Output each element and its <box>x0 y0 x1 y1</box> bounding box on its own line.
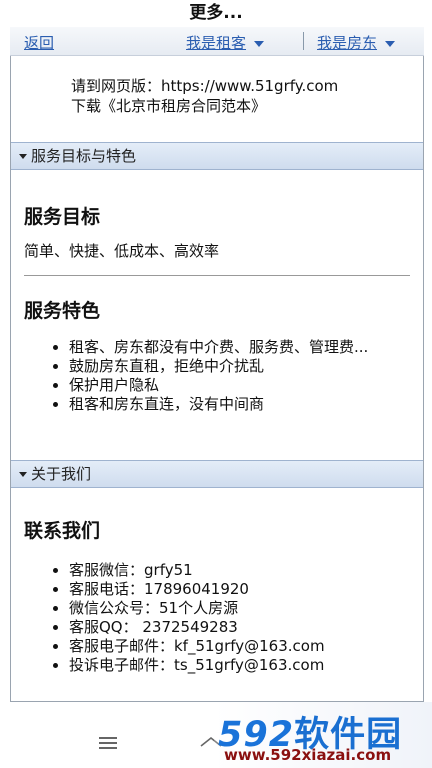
goal-title: 服务目标 <box>24 206 101 228</box>
section-header-label: 关于我们 <box>31 465 92 483</box>
list-item: 客服QQ： 2372549283 <box>69 618 398 637</box>
list-item: 客服电子邮件：kf_51grfy@163.com <box>69 637 398 656</box>
feature-title: 服务特色 <box>24 300 101 322</box>
list-item: 保护用户隐私 <box>69 376 398 395</box>
page-title: 更多... <box>189 3 243 23</box>
divider <box>24 275 410 276</box>
tenant-menu[interactable]: 我是租客 <box>186 32 265 53</box>
list-item: 租客和房东直连，没有中间商 <box>69 395 398 414</box>
menu-icon[interactable] <box>99 737 117 749</box>
triangle-down-icon <box>19 472 27 477</box>
list-item: 微信公众号：51个人房源 <box>69 599 398 618</box>
section-header-about[interactable]: 关于我们 <box>11 460 423 488</box>
tenant-menu-label: 我是租客 <box>186 34 247 52</box>
contact-list: 客服微信：grfy51 客服电话：17896041920 微信公众号：51个人房… <box>53 561 398 675</box>
list-item: 客服微信：grfy51 <box>69 561 398 580</box>
list-item: 投诉电子邮件：ts_51grfy@163.com <box>69 656 398 675</box>
landlord-menu[interactable]: 我是房东 <box>317 32 396 53</box>
back-link[interactable]: 返回 <box>24 32 54 53</box>
watermark-url: www.592xiazai.com <box>224 746 392 764</box>
contact-title: 联系我们 <box>24 520 101 542</box>
watermark: 592软件园 www.592xiazai.com <box>214 702 432 768</box>
caret-down-icon <box>385 40 396 47</box>
intro-line-website: 请到网页版：https://www.51grfy.com <box>71 77 339 95</box>
caret-down-icon <box>254 40 265 47</box>
section-header-goals[interactable]: 服务目标与特色 <box>11 142 423 170</box>
content-panel[interactable]: 请到网页版：https://www.51grfy.com 下载《北京市租房合同范… <box>10 56 424 702</box>
nav-separator <box>303 32 304 50</box>
list-item: 客服电话：17896041920 <box>69 580 398 599</box>
intro-line-download: 下载《北京市租房合同范本》 <box>71 97 267 115</box>
list-item: 鼓励房东直租，拒绝中介扰乱 <box>69 357 398 376</box>
list-item: 租客、房东都没有中介费、服务费、管理费... <box>69 338 398 357</box>
landlord-menu-label: 我是房东 <box>317 34 378 52</box>
section-header-label: 服务目标与特色 <box>31 147 137 165</box>
feature-list: 租客、房东都没有中介费、服务费、管理费... 鼓励房东直租，拒绝中介扰乱 保护用… <box>53 338 398 414</box>
triangle-down-icon <box>19 154 27 159</box>
goal-text: 简单、快捷、低成本、高效率 <box>24 242 220 260</box>
intro-text: 请到网页版：https://www.51grfy.com 下载《北京市租房合同范… <box>71 76 338 116</box>
nav-bar: 返回 我是租客 我是房东 <box>10 27 424 56</box>
